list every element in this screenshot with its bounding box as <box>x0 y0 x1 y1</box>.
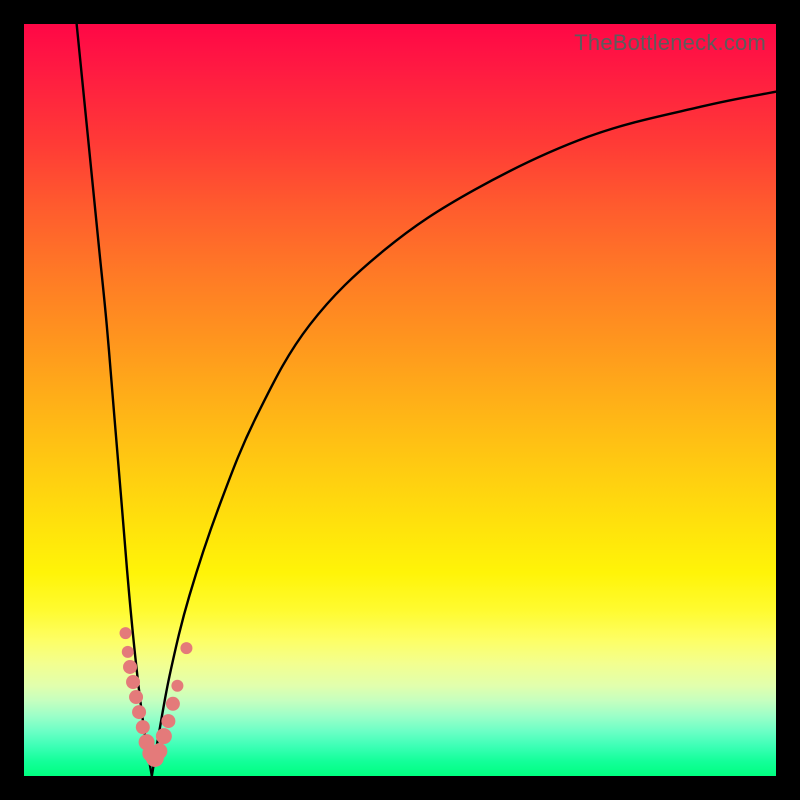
chart-markers-layer <box>24 24 776 776</box>
curve-marker <box>151 743 167 759</box>
curve-left-branch <box>77 24 152 776</box>
curve-marker <box>136 720 150 734</box>
curve-marker <box>139 734 155 750</box>
curve-marker <box>161 714 175 728</box>
curve-marker <box>129 690 143 704</box>
curve-marker <box>120 627 132 639</box>
curve-marker <box>156 728 172 744</box>
watermark-text: TheBottleneck.com <box>574 30 766 56</box>
chart-plot-area: TheBottleneck.com <box>24 24 776 776</box>
curve-marker <box>123 660 137 674</box>
curve-marker <box>126 675 140 689</box>
curve-marker <box>180 642 192 654</box>
curve-right-branch <box>152 92 776 776</box>
curve-marker <box>122 646 134 658</box>
curve-marker <box>166 697 180 711</box>
marker-group <box>120 627 193 767</box>
curve-marker <box>171 680 183 692</box>
chart-stage: TheBottleneck.com <box>0 0 800 800</box>
curve-marker <box>146 749 164 767</box>
chart-curve-layer <box>24 24 776 776</box>
curve-marker <box>132 705 146 719</box>
curve-marker <box>142 745 158 761</box>
